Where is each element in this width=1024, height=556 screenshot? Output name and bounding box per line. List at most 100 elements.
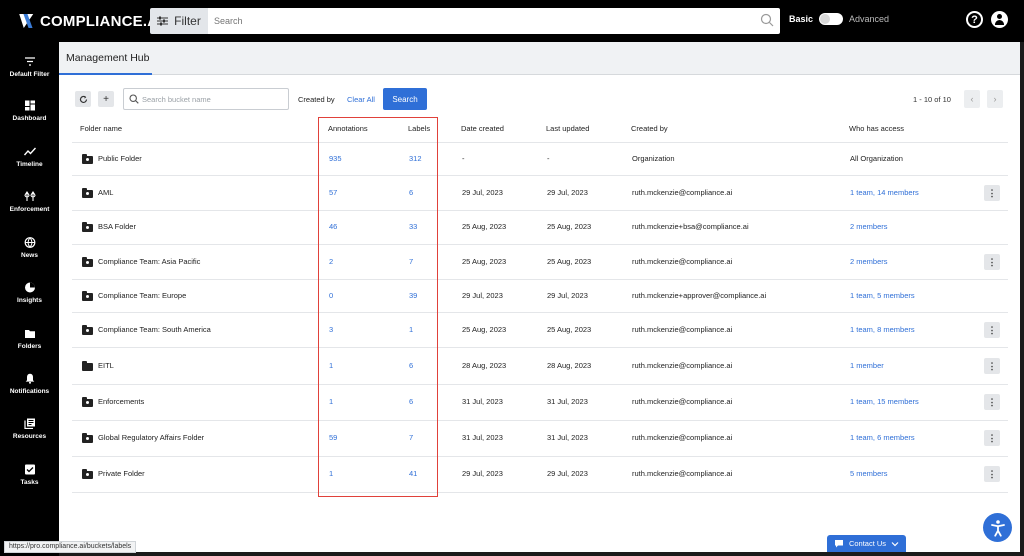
search-icon[interactable] bbox=[760, 13, 774, 27]
filter-button[interactable]: Filter bbox=[150, 8, 208, 34]
pie-chart-icon bbox=[24, 282, 35, 293]
col-header-created-by[interactable]: Created by bbox=[631, 124, 668, 133]
sidebar-item-insights[interactable]: Insights bbox=[0, 282, 59, 304]
who-has-access-cell[interactable]: 1 team, 5 members bbox=[850, 291, 915, 300]
sidebar-item-timeline[interactable]: Timeline bbox=[0, 146, 59, 168]
sidebar-item-folders[interactable]: Folders bbox=[0, 328, 59, 350]
person-icon bbox=[86, 261, 89, 264]
folder-name-cell[interactable]: EITL bbox=[98, 361, 114, 370]
who-has-access-cell[interactable]: 1 member bbox=[850, 361, 884, 370]
prev-page-button[interactable]: ‹ bbox=[964, 90, 980, 108]
who-has-access-cell[interactable]: 2 members bbox=[850, 222, 888, 231]
filter-icon bbox=[24, 57, 35, 66]
who-has-access-cell[interactable]: 1 team, 8 members bbox=[850, 325, 915, 334]
sidebar-item-enforcement[interactable]: Enforcement bbox=[0, 191, 59, 213]
sidebar-item-default-filter[interactable]: Default Filter bbox=[0, 56, 59, 78]
row-menu-button[interactable]: ⋮ bbox=[984, 254, 1000, 270]
created-by-cell: ruth.mckenzie@compliance.ai bbox=[632, 325, 733, 334]
sidebar-item-label: Default Filter bbox=[9, 71, 50, 78]
created-by-cell: Organization bbox=[632, 154, 675, 163]
who-has-access-cell[interactable]: 1 team, 14 members bbox=[850, 188, 919, 197]
global-search bbox=[208, 8, 780, 34]
row-menu-button[interactable]: ⋮ bbox=[984, 466, 1000, 482]
date-created-cell: 25 Aug, 2023 bbox=[462, 257, 507, 266]
folder-name-cell[interactable]: Compliance Team: Europe bbox=[98, 291, 186, 300]
account-icon[interactable] bbox=[991, 11, 1008, 28]
sidebar-item-dashboard[interactable]: Dashboard bbox=[0, 100, 59, 122]
created-by-cell: ruth.mckenzie@compliance.ai bbox=[632, 361, 733, 370]
more-vertical-icon: ⋮ bbox=[987, 468, 997, 479]
mode-advanced-label: Advanced bbox=[849, 14, 890, 24]
more-vertical-icon: ⋮ bbox=[987, 256, 997, 267]
row-menu-button[interactable]: ⋮ bbox=[984, 322, 1000, 338]
col-header-date-created[interactable]: Date created bbox=[461, 124, 504, 133]
last-updated-cell: 25 Aug, 2023 bbox=[547, 222, 592, 231]
next-page-button[interactable]: › bbox=[987, 90, 1003, 108]
who-has-access-cell[interactable]: 5 members bbox=[850, 469, 888, 478]
row-menu-button[interactable]: ⋮ bbox=[984, 430, 1000, 446]
row-menu-button[interactable]: ⋮ bbox=[984, 185, 1000, 201]
shared-folder-icon bbox=[82, 257, 93, 267]
row-menu-button[interactable]: ⋮ bbox=[984, 358, 1000, 374]
refresh-button[interactable] bbox=[75, 91, 91, 107]
created-by-cell: ruth.mckenzie@compliance.ai bbox=[632, 397, 733, 406]
page-tab-bar bbox=[59, 42, 1020, 75]
folder-name-cell[interactable]: BSA Folder bbox=[98, 222, 136, 231]
sidebar-item-resources[interactable]: Resources bbox=[0, 418, 59, 440]
last-updated-cell: 25 Aug, 2023 bbox=[547, 325, 592, 334]
global-search-input[interactable] bbox=[208, 8, 780, 34]
folder-name-cell[interactable]: Compliance Team: Asia Pacific bbox=[98, 257, 200, 266]
last-updated-cell: 29 Jul, 2023 bbox=[547, 291, 588, 300]
help-icon[interactable]: ? bbox=[966, 11, 983, 28]
created-by-cell: ruth.mckenzie@compliance.ai bbox=[632, 257, 733, 266]
folder-name-cell[interactable]: AML bbox=[98, 188, 113, 197]
clear-all-link[interactable]: Clear All bbox=[347, 95, 375, 104]
col-header-who-has-access[interactable]: Who has access bbox=[849, 124, 904, 133]
folder-name-cell[interactable]: Global Regulatory Affairs Folder bbox=[98, 433, 204, 442]
sidebar-item-label: Notifications bbox=[9, 388, 50, 395]
add-bucket-button[interactable]: + bbox=[98, 91, 114, 107]
sidebar-item-news[interactable]: News bbox=[0, 237, 59, 259]
annotation-highlight-box bbox=[318, 117, 438, 497]
library-icon bbox=[23, 418, 35, 429]
who-has-access-cell[interactable]: 1 team, 15 members bbox=[850, 397, 919, 406]
date-created-cell: 31 Jul, 2023 bbox=[462, 397, 503, 406]
col-header-last-updated[interactable]: Last updated bbox=[546, 124, 589, 133]
sidebar-item-label: Folders bbox=[17, 343, 42, 350]
status-bar-url: https://pro.compliance.ai/buckets/labels bbox=[4, 541, 137, 553]
sidebar-item-label: Insights bbox=[17, 297, 42, 304]
who-has-access-cell[interactable]: 1 team, 6 members bbox=[850, 433, 915, 442]
who-has-access-cell[interactable]: 2 members bbox=[850, 257, 888, 266]
folder-name-cell[interactable]: Compliance Team: South America bbox=[98, 325, 211, 334]
folder-name-cell[interactable]: Private Folder bbox=[98, 469, 145, 478]
page-title[interactable]: Management Hub bbox=[66, 52, 149, 64]
sidebar-item-label: Timeline bbox=[16, 161, 43, 168]
created-by-cell: ruth.mckenzie@compliance.ai bbox=[632, 469, 733, 478]
created-by-cell: ruth.mckenzie+approver@compliance.ai bbox=[632, 291, 767, 300]
sidebar-item-notifications[interactable]: Notifications bbox=[0, 373, 59, 395]
accessibility-button[interactable] bbox=[983, 513, 1012, 542]
shared-folder-icon bbox=[82, 397, 93, 407]
filter-label: Filter bbox=[174, 14, 201, 28]
bucket-search-input[interactable] bbox=[142, 89, 287, 109]
col-header-folder-name[interactable]: Folder name bbox=[80, 124, 122, 133]
row-divider bbox=[72, 420, 1008, 421]
mode-basic-label: Basic bbox=[789, 14, 814, 24]
search-button[interactable]: Search bbox=[383, 88, 427, 110]
date-created-cell: 25 Aug, 2023 bbox=[462, 325, 507, 334]
person-icon bbox=[86, 226, 89, 229]
mode-toggle[interactable] bbox=[819, 13, 844, 25]
more-vertical-icon: ⋮ bbox=[987, 432, 997, 443]
created-by-filter[interactable]: Created by bbox=[298, 95, 335, 104]
date-created-cell: 25 Aug, 2023 bbox=[462, 222, 507, 231]
contact-us-button[interactable]: Contact Us bbox=[827, 535, 906, 552]
search-icon bbox=[129, 94, 139, 104]
folder-name-cell[interactable]: Enforcements bbox=[98, 397, 144, 406]
row-menu-button[interactable]: ⋮ bbox=[984, 394, 1000, 410]
folder-name-cell[interactable]: Public Folder bbox=[98, 154, 142, 163]
more-vertical-icon: ⋮ bbox=[987, 360, 997, 371]
last-updated-cell: 31 Jul, 2023 bbox=[547, 397, 588, 406]
brand-logo[interactable]: COMPLIANCE.AI bbox=[18, 12, 163, 30]
more-vertical-icon: ⋮ bbox=[987, 187, 997, 198]
sidebar-item-tasks[interactable]: Tasks bbox=[0, 464, 59, 486]
